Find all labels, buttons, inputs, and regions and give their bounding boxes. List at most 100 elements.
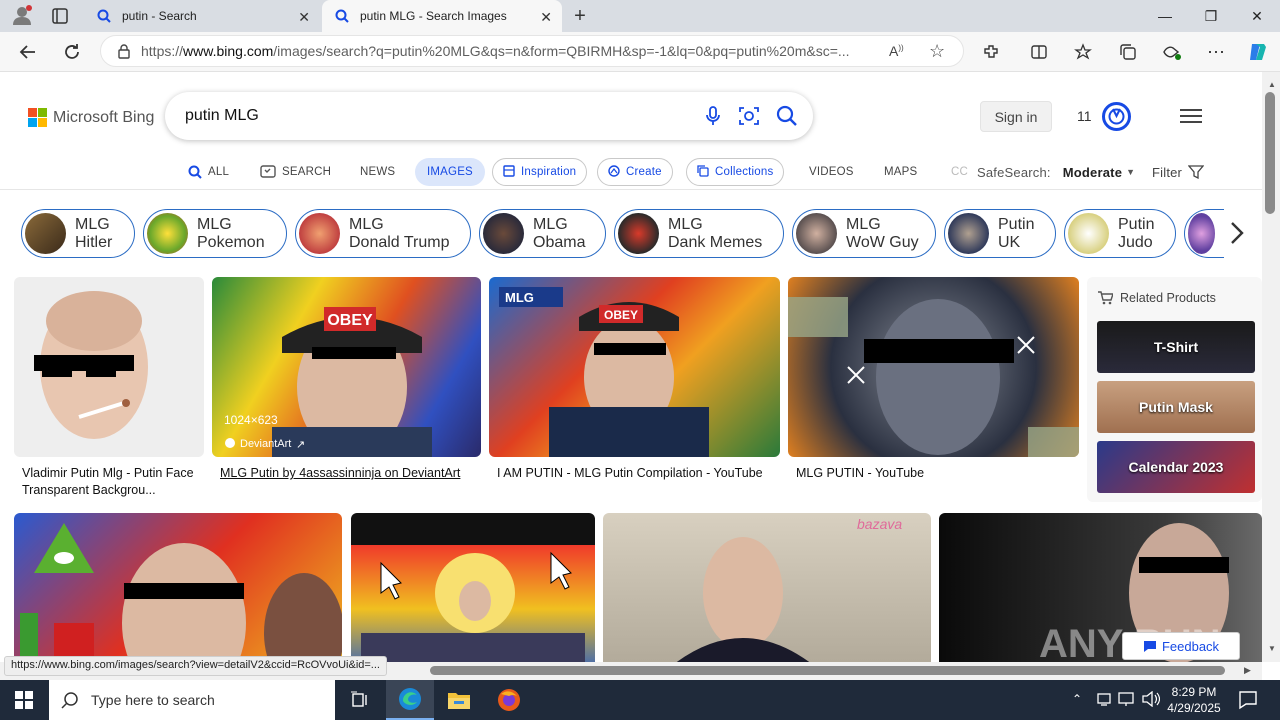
scroll-up-icon[interactable]: ▲ bbox=[1268, 80, 1276, 89]
nav-create[interactable]: Create bbox=[597, 158, 673, 186]
result-caption[interactable]: I AM PUTIN - MLG Putin Compilation - You… bbox=[497, 465, 777, 482]
feedback-button[interactable]: Feedback bbox=[1122, 632, 1240, 660]
settings-more-icon[interactable]: ⋯ bbox=[1204, 40, 1228, 64]
hamburger-menu-icon[interactable] bbox=[1180, 108, 1202, 129]
result-image[interactable] bbox=[788, 277, 1079, 457]
product-tshirt[interactable]: T-Shirt bbox=[1097, 321, 1255, 373]
safesearch-dropdown[interactable]: SafeSearch: Moderate ▼ bbox=[977, 158, 1135, 186]
display-icon[interactable] bbox=[1118, 691, 1136, 712]
notification-center-icon[interactable] bbox=[1238, 690, 1258, 715]
related-chip-partial[interactable] bbox=[1184, 209, 1224, 258]
tab-putin-mlg-images[interactable]: putin MLG - Search Images ✕ bbox=[322, 0, 562, 32]
vertical-scrollbar[interactable]: ▲ ▼ bbox=[1262, 72, 1280, 662]
result-image[interactable] bbox=[14, 277, 204, 457]
nav-news[interactable]: NEWS bbox=[360, 158, 395, 186]
related-chip-mlg-pokemon[interactable]: MLG Pokemon bbox=[143, 209, 287, 258]
minimize-button[interactable]: — bbox=[1142, 0, 1188, 32]
safesearch-label: SafeSearch: bbox=[977, 164, 1051, 180]
chip-thumbnail bbox=[1068, 213, 1109, 254]
product-calendar-2023[interactable]: Calendar 2023 bbox=[1097, 441, 1255, 493]
new-tab-button[interactable]: + bbox=[570, 6, 590, 26]
sign-in-button[interactable]: Sign in bbox=[980, 101, 1052, 132]
copilot-icon[interactable] bbox=[1246, 40, 1270, 64]
related-chip-putin-judo[interactable]: Putin Judo bbox=[1064, 209, 1176, 258]
nav-all[interactable]: ALL bbox=[188, 158, 229, 186]
nav-collections[interactable]: Collections bbox=[686, 158, 785, 186]
vertical-scroll-thumb[interactable] bbox=[1265, 92, 1275, 214]
result-image[interactable] bbox=[14, 513, 342, 662]
profile-avatar-icon[interactable] bbox=[12, 5, 32, 25]
close-window-button[interactable]: ✕ bbox=[1234, 0, 1280, 32]
nav-maps[interactable]: MAPS bbox=[884, 158, 917, 186]
network-icon[interactable] bbox=[1096, 691, 1112, 712]
search-icon[interactable] bbox=[775, 104, 799, 128]
chip-thumbnail bbox=[25, 213, 66, 254]
browser-essentials-icon[interactable] bbox=[1160, 40, 1184, 64]
related-chip-mlg-hitler[interactable]: MLG Hitler bbox=[21, 209, 135, 258]
edge-taskbar-icon[interactable] bbox=[386, 680, 434, 720]
file-explorer-icon[interactable] bbox=[435, 680, 483, 720]
chip-label-2: Judo bbox=[1118, 233, 1153, 251]
chevron-right-icon[interactable] bbox=[1226, 220, 1248, 251]
visual-search-icon[interactable] bbox=[737, 104, 761, 128]
nav-label: SEARCH bbox=[282, 166, 332, 178]
related-chip-mlg-donald-trump[interactable]: MLG Donald Trump bbox=[295, 209, 471, 258]
result-caption[interactable]: MLG PUTIN - YouTube bbox=[796, 465, 1076, 482]
tab-actions-icon[interactable] bbox=[52, 8, 68, 24]
search-icon bbox=[188, 165, 202, 179]
collections-icon bbox=[697, 164, 709, 180]
lock-icon[interactable] bbox=[117, 43, 131, 59]
split-screen-icon[interactable] bbox=[1027, 40, 1051, 64]
microsoft-bing-logo[interactable]: Microsoft Bing bbox=[28, 108, 154, 127]
nav-label: NEWS bbox=[360, 166, 396, 178]
result-image[interactable]: bazava bbox=[603, 513, 931, 662]
rewards-medal-icon[interactable] bbox=[1101, 101, 1132, 137]
related-chip-putin-uk[interactable]: Putin UK bbox=[944, 209, 1056, 258]
chip-thumbnail bbox=[796, 213, 837, 254]
back-icon[interactable] bbox=[16, 40, 40, 64]
taskbar-search-box[interactable]: Type here to search bbox=[49, 680, 335, 720]
nav-inspiration[interactable]: Inspiration bbox=[492, 158, 588, 186]
obey-text: OBEY bbox=[327, 312, 373, 329]
read-aloud-icon[interactable]: A)) bbox=[889, 43, 904, 59]
nav-videos[interactable]: VIDEOS bbox=[809, 158, 854, 186]
chip-thumbnail bbox=[483, 213, 524, 254]
horizontal-scroll-thumb[interactable] bbox=[430, 666, 1225, 675]
related-chip-mlg-wow-guy[interactable]: MLG WoW Guy bbox=[792, 209, 936, 258]
task-view-icon[interactable] bbox=[336, 680, 384, 720]
favorite-star-icon[interactable]: ☆ bbox=[929, 41, 945, 62]
firefox-icon[interactable] bbox=[485, 680, 533, 720]
favorites-icon[interactable] bbox=[1071, 40, 1095, 64]
search-input[interactable] bbox=[185, 104, 665, 128]
taskbar-clock[interactable]: 8:29 PM 4/29/2025 bbox=[1166, 684, 1222, 716]
result-caption-link[interactable]: MLG Putin by 4assassinninja on DeviantAr… bbox=[220, 465, 480, 482]
filter-button[interactable]: Filter bbox=[1152, 158, 1205, 186]
nav-more[interactable]: CC bbox=[951, 158, 971, 186]
windows-start-icon[interactable] bbox=[0, 680, 48, 720]
result-image[interactable]: OBEY 1024×623 DeviantArt ↗ bbox=[212, 277, 481, 457]
result-image[interactable]: MLG OBEY bbox=[489, 277, 780, 457]
collections-icon[interactable] bbox=[1116, 40, 1140, 64]
microphone-icon[interactable] bbox=[701, 104, 725, 128]
product-putin-mask[interactable]: Putin Mask bbox=[1097, 381, 1255, 433]
tab-putin-search[interactable]: putin - Search ✕ bbox=[84, 0, 320, 32]
chip-label-1: MLG bbox=[533, 215, 568, 233]
related-chip-mlg-obama[interactable]: MLG Obama bbox=[479, 209, 606, 258]
result-caption[interactable]: Vladimir Putin Mlg - Putin Face Transpar… bbox=[22, 465, 202, 499]
browser-toolbar: https://www.bing.com/images/search?q=put… bbox=[0, 32, 1280, 72]
restore-button[interactable]: ❐ bbox=[1188, 0, 1234, 32]
related-chip-mlg-dank-memes[interactable]: MLG Dank Memes bbox=[614, 209, 784, 258]
scroll-right-icon[interactable]: ▶ bbox=[1244, 665, 1251, 676]
close-tab-icon[interactable]: ✕ bbox=[540, 9, 552, 26]
result-image[interactable] bbox=[351, 513, 595, 662]
tray-chevron-up-icon[interactable]: ⌃ bbox=[1072, 692, 1082, 706]
refresh-icon[interactable] bbox=[60, 40, 84, 64]
volume-icon[interactable] bbox=[1142, 690, 1161, 712]
address-bar[interactable]: https://www.bing.com/images/search?q=put… bbox=[100, 35, 964, 67]
nav-search[interactable]: SEARCH bbox=[260, 158, 331, 186]
nav-images[interactable]: IMAGES bbox=[415, 158, 485, 186]
extensions-icon[interactable] bbox=[979, 40, 1003, 64]
scroll-down-icon[interactable]: ▼ bbox=[1268, 644, 1276, 653]
close-tab-icon[interactable]: ✕ bbox=[298, 9, 310, 26]
bing-page: Microsoft Bing Sign in 11 ALL SEARCH NEW… bbox=[0, 72, 1262, 662]
